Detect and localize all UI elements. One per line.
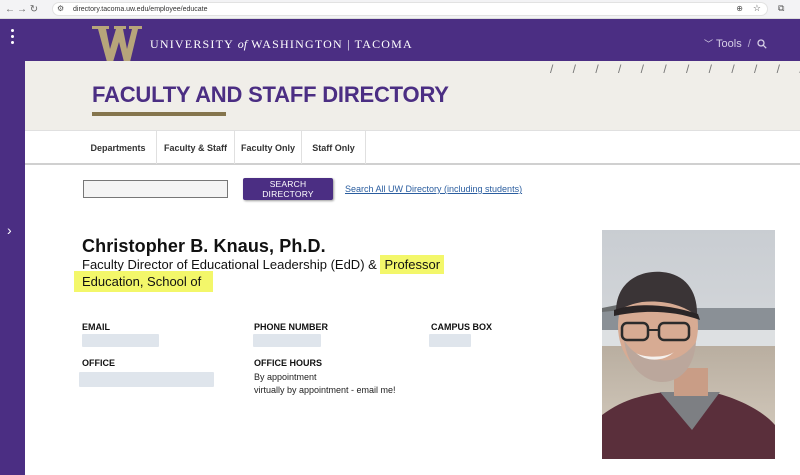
office-hours-label: OFFICE HOURS <box>254 358 323 368</box>
search-input[interactable] <box>83 180 228 198</box>
tab-departments[interactable]: Departments <box>80 131 157 164</box>
reload-icon[interactable]: ↻ <box>28 0 40 19</box>
decorative-slashes: / / / / / / / / / / / / <box>550 62 800 76</box>
search-directory-button[interactable]: SEARCH DIRECTORY <box>243 178 333 200</box>
site-info-icon[interactable]: ⚙ <box>57 4 67 14</box>
tab-label: Staff Only <box>312 142 355 153</box>
page-title: FACULTY AND STAFF DIRECTORY <box>92 82 449 107</box>
title-highlight: Professor <box>380 255 445 274</box>
tab-label: Faculty & Staff <box>163 142 227 153</box>
person-name: Christopher B. Knaus, Ph.D. <box>82 236 326 256</box>
wordmark-of: of <box>237 37 248 51</box>
chevron-down-icon: ﹀ <box>704 39 714 49</box>
uw-w-logo[interactable] <box>92 26 142 62</box>
title-underline <box>92 112 226 116</box>
office-value-redacted <box>79 372 214 387</box>
browser-toolbar: ← → ↻ ⚙ directory.tacoma.uw.edu/employee… <box>0 0 800 19</box>
phone-label: PHONE NUMBER <box>254 322 329 332</box>
uw-wordmark[interactable]: UNIVERSITY of WASHINGTON | TACOMA <box>150 37 413 52</box>
search-all-uw-link[interactable]: Search All UW Directory (including stude… <box>345 184 522 194</box>
zoom-icon[interactable]: ⊕ <box>736 4 743 13</box>
kebab-menu-icon[interactable] <box>8 29 16 44</box>
arrow-right-icon[interactable]: → <box>16 0 28 19</box>
department-text: Education, School of <box>74 271 214 292</box>
office-hours-value: By appointment virtually by appointment … <box>254 371 396 397</box>
tools-menu[interactable]: ﹀ Tools / <box>704 37 767 50</box>
bookmark-star-icon[interactable]: ☆ <box>753 3 761 14</box>
campus-box-value-redacted <box>429 334 471 347</box>
extensions-icon[interactable]: ⧉ <box>778 3 788 13</box>
wordmark-university: UNIVERSITY <box>150 37 234 51</box>
directory-tabs: Departments Faculty & Staff Faculty Only… <box>25 130 800 165</box>
tab-faculty-only[interactable]: Faculty Only <box>235 131 302 164</box>
wordmark-washington-tacoma: WASHINGTON | TACOMA <box>251 37 413 51</box>
url-text[interactable]: directory.tacoma.uw.edu/employee/educate <box>73 6 208 13</box>
tab-faculty-staff[interactable]: Faculty & Staff <box>157 131 235 164</box>
search-icon[interactable] <box>757 38 767 49</box>
profile-photo <box>602 230 775 459</box>
tab-label: Faculty Only <box>240 142 295 153</box>
office-label: OFFICE <box>82 358 115 368</box>
address-bar[interactable]: ⚙ directory.tacoma.uw.edu/employee/educa… <box>52 2 768 16</box>
phone-value-redacted <box>253 334 321 347</box>
office-hours-line: By appointment <box>254 372 317 382</box>
divider: / <box>747 37 751 50</box>
tools-label: Tools <box>716 37 742 50</box>
email-value-redacted <box>82 334 159 347</box>
tab-staff-only[interactable]: Staff Only <box>302 131 366 164</box>
chevron-right-icon[interactable]: › <box>7 222 12 238</box>
campus-box-label: CAMPUS BOX <box>431 322 493 332</box>
arrow-left-icon[interactable]: ← <box>4 0 16 19</box>
tab-label: Departments <box>90 142 146 153</box>
title-text: Faculty Director of Educational Leadersh… <box>82 257 377 272</box>
person-title: Faculty Director of Educational Leadersh… <box>82 255 445 274</box>
email-label: EMAIL <box>82 322 110 332</box>
side-rail: › <box>0 19 25 475</box>
office-hours-line: virtually by appointment - email me! <box>254 385 396 395</box>
person-department: Education, School of <box>74 271 214 292</box>
